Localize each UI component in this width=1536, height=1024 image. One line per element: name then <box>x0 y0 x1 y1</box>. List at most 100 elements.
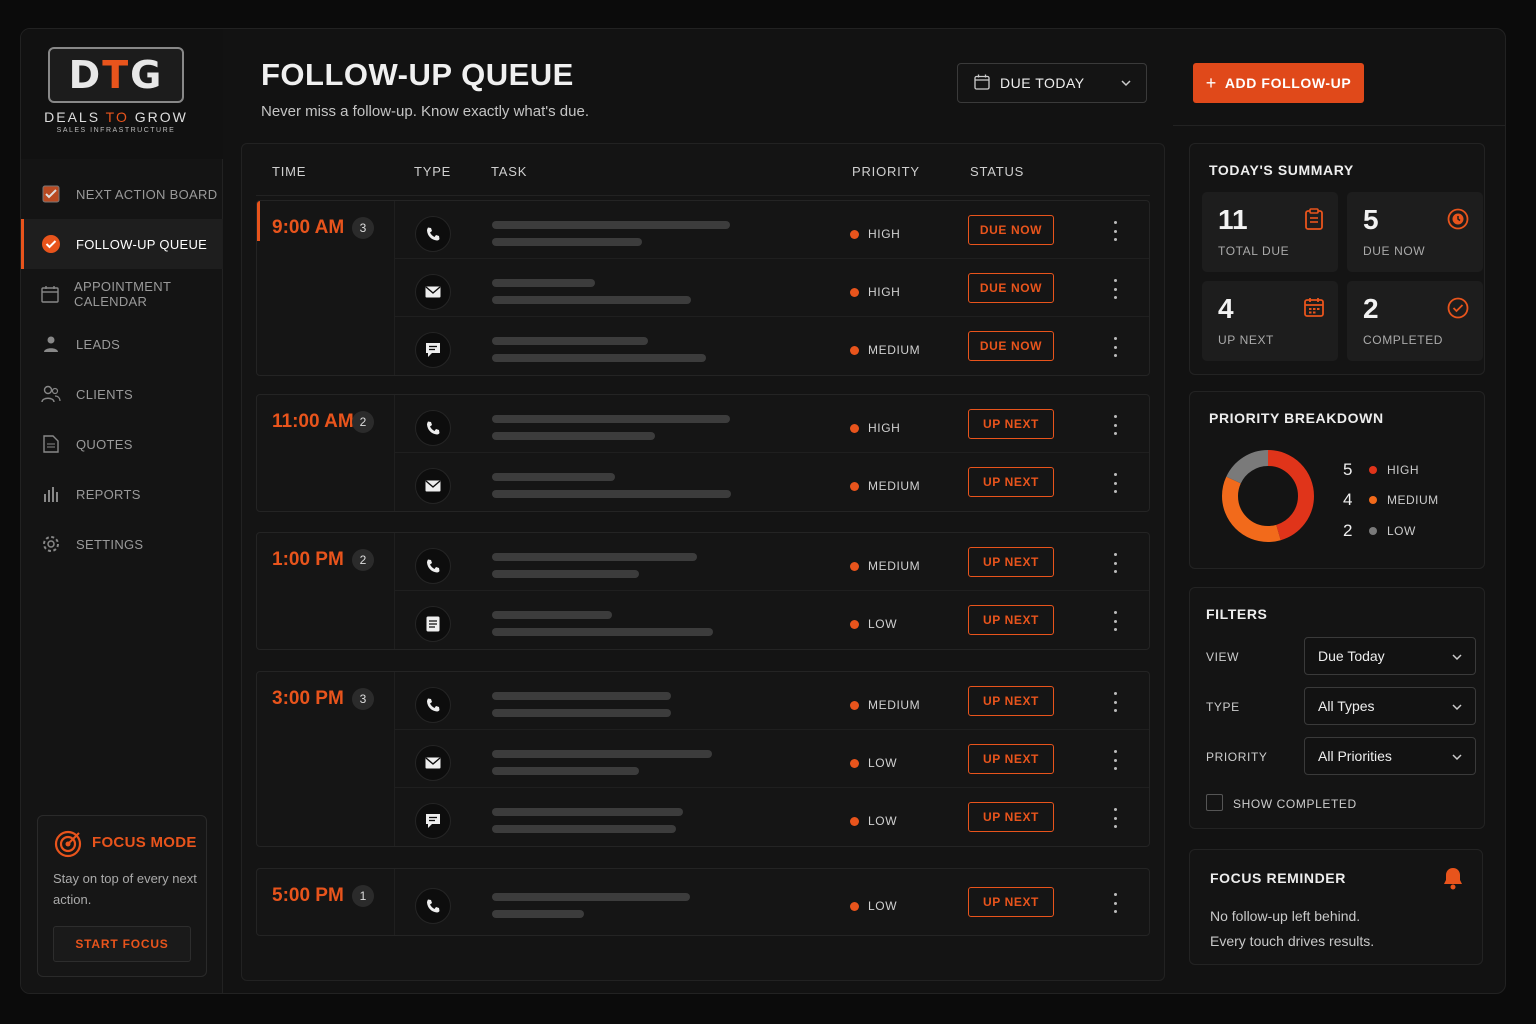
status-badge[interactable]: DUE NOW <box>968 331 1054 361</box>
bell-icon[interactable] <box>1442 866 1464 895</box>
phone-icon[interactable] <box>415 548 451 584</box>
stat-completed[interactable]: 2 COMPLETED <box>1347 281 1483 361</box>
status-badge[interactable]: UP NEXT <box>968 744 1054 774</box>
priority-select[interactable]: All Priorities <box>1304 737 1476 775</box>
more-options-icon[interactable] <box>1110 279 1120 299</box>
sidebar-nav: NEXT ACTION BOARD FOLLOW-UP QUEUE APPOIN… <box>21 169 223 569</box>
status-badge[interactable]: DUE NOW <box>968 215 1054 245</box>
summary-title: TODAY'S SUMMARY <box>1209 162 1354 178</box>
show-completed-checkbox[interactable] <box>1206 794 1223 811</box>
start-focus-button[interactable]: START FOCUS <box>53 926 191 962</box>
more-options-icon[interactable] <box>1110 337 1120 357</box>
more-options-icon[interactable] <box>1110 750 1120 770</box>
status-badge[interactable]: UP NEXT <box>968 409 1054 439</box>
table-row[interactable]: MEDIUM UP NEXT <box>395 533 1149 591</box>
status-badge[interactable]: UP NEXT <box>968 802 1054 832</box>
due-date-label: DUE TODAY <box>1000 75 1085 91</box>
task-placeholder-line <box>492 354 706 362</box>
due-date-select[interactable]: DUE TODAY <box>957 63 1147 103</box>
sidebar-item-follow-up-queue[interactable]: FOLLOW-UP QUEUE <box>21 219 223 269</box>
status-badge[interactable]: UP NEXT <box>968 605 1054 635</box>
time-group: 3:00 PM 3 MEDIUM UP NEXT LOW UP NEXT LOW UP NEX… <box>256 671 1150 847</box>
phone-icon[interactable] <box>415 216 451 252</box>
group-time: 9:00 AM <box>272 217 345 238</box>
task-placeholder-line <box>492 432 655 440</box>
task-placeholder-line <box>492 415 730 423</box>
priority-dot <box>850 561 859 571</box>
message-icon[interactable] <box>415 803 451 839</box>
more-options-icon[interactable] <box>1110 221 1120 241</box>
table-row[interactable]: MEDIUM DUE NOW <box>395 317 1149 375</box>
table-row[interactable]: LOW UP NEXT <box>395 730 1149 788</box>
calendar-icon <box>1304 297 1324 322</box>
legend-value: 5 <box>1343 460 1353 479</box>
show-completed-label[interactable]: SHOW COMPLETED <box>1233 797 1357 811</box>
phone-icon[interactable] <box>415 888 451 924</box>
stat-total-due[interactable]: 11 TOTAL DUE <box>1202 192 1338 272</box>
table-row[interactable]: HIGH DUE NOW <box>395 201 1149 259</box>
focus-mode-title: FOCUS MODE <box>92 834 197 851</box>
email-icon[interactable] <box>415 745 451 781</box>
task-placeholder-line <box>492 767 639 775</box>
table-row[interactable]: MEDIUM UP NEXT <box>395 453 1149 511</box>
sidebar-item-label: LEADS <box>76 336 121 352</box>
more-options-icon[interactable] <box>1110 808 1120 828</box>
email-icon[interactable] <box>415 468 451 504</box>
status-badge[interactable]: UP NEXT <box>968 467 1054 497</box>
legend-high: 5 HIGH <box>1343 460 1419 480</box>
table-row[interactable]: HIGH UP NEXT <box>395 395 1149 453</box>
stat-due-now[interactable]: 5 DUE NOW <box>1347 192 1483 272</box>
sidebar-item-clients[interactable]: CLIENTS <box>21 369 223 419</box>
sidebar-item-settings[interactable]: SETTINGS <box>21 519 223 569</box>
table-row[interactable]: LOW UP NEXT <box>395 591 1149 649</box>
legend-value: 2 <box>1343 521 1353 540</box>
add-follow-up-label: ADD FOLLOW-UP <box>1224 75 1352 91</box>
message-icon[interactable] <box>415 332 451 368</box>
table-row[interactable]: LOW UP NEXT <box>395 873 1149 931</box>
sidebar-item-reports[interactable]: REPORTS <box>21 469 223 519</box>
column-type[interactable]: TYPE <box>414 164 451 179</box>
status-badge[interactable]: UP NEXT <box>968 547 1054 577</box>
sidebar-item-appointment-calendar[interactable]: APPOINTMENT CALENDAR <box>21 269 223 319</box>
table-row[interactable]: LOW UP NEXT <box>395 788 1149 846</box>
more-options-icon[interactable] <box>1110 473 1120 493</box>
status-badge[interactable]: UP NEXT <box>968 686 1054 716</box>
person-icon <box>41 334 61 354</box>
column-status[interactable]: STATUS <box>970 164 1024 179</box>
more-options-icon[interactable] <box>1110 611 1120 631</box>
column-task[interactable]: TASK <box>491 164 527 179</box>
note-icon[interactable] <box>415 606 451 642</box>
time-group: 11:00 AM 2 HIGH UP NEXT MEDIUM UP NEXT <box>256 394 1150 512</box>
more-options-icon[interactable] <box>1110 893 1120 913</box>
table-row[interactable]: MEDIUM UP NEXT <box>395 672 1149 730</box>
more-options-icon[interactable] <box>1110 415 1120 435</box>
plus-icon: + <box>1205 72 1217 93</box>
stat-up-next[interactable]: 4 UP NEXT <box>1202 281 1338 361</box>
sidebar-item-next-action-board[interactable]: NEXT ACTION BOARD <box>21 169 223 219</box>
task-placeholder-line <box>492 611 612 619</box>
table-row[interactable]: HIGH DUE NOW <box>395 259 1149 317</box>
more-options-icon[interactable] <box>1110 553 1120 573</box>
chevron-down-icon <box>1451 650 1463 666</box>
legend-label: MEDIUM <box>1387 493 1439 507</box>
group-count-badge: 2 <box>352 411 374 433</box>
column-priority[interactable]: PRIORITY <box>852 164 920 179</box>
priority-indicator: MEDIUM <box>850 343 920 357</box>
status-badge[interactable]: DUE NOW <box>968 273 1054 303</box>
status-badge[interactable]: UP NEXT <box>968 887 1054 917</box>
type-select[interactable]: All Types <box>1304 687 1476 725</box>
more-options-icon[interactable] <box>1110 692 1120 712</box>
email-icon[interactable] <box>415 274 451 310</box>
view-select[interactable]: Due Today <box>1304 637 1476 675</box>
phone-icon[interactable] <box>415 687 451 723</box>
group-time: 5:00 PM <box>272 885 344 906</box>
phone-icon[interactable] <box>415 410 451 446</box>
sidebar-item-leads[interactable]: LEADS <box>21 319 223 369</box>
task-placeholder-line <box>492 628 713 636</box>
legend-low: 2 LOW <box>1343 521 1416 541</box>
sidebar-item-quotes[interactable]: QUOTES <box>21 419 223 469</box>
column-time[interactable]: TIME <box>272 164 306 179</box>
priority-dot <box>850 901 859 911</box>
task-placeholder-line <box>492 709 671 717</box>
add-follow-up-button[interactable]: + ADD FOLLOW-UP <box>1193 63 1364 103</box>
